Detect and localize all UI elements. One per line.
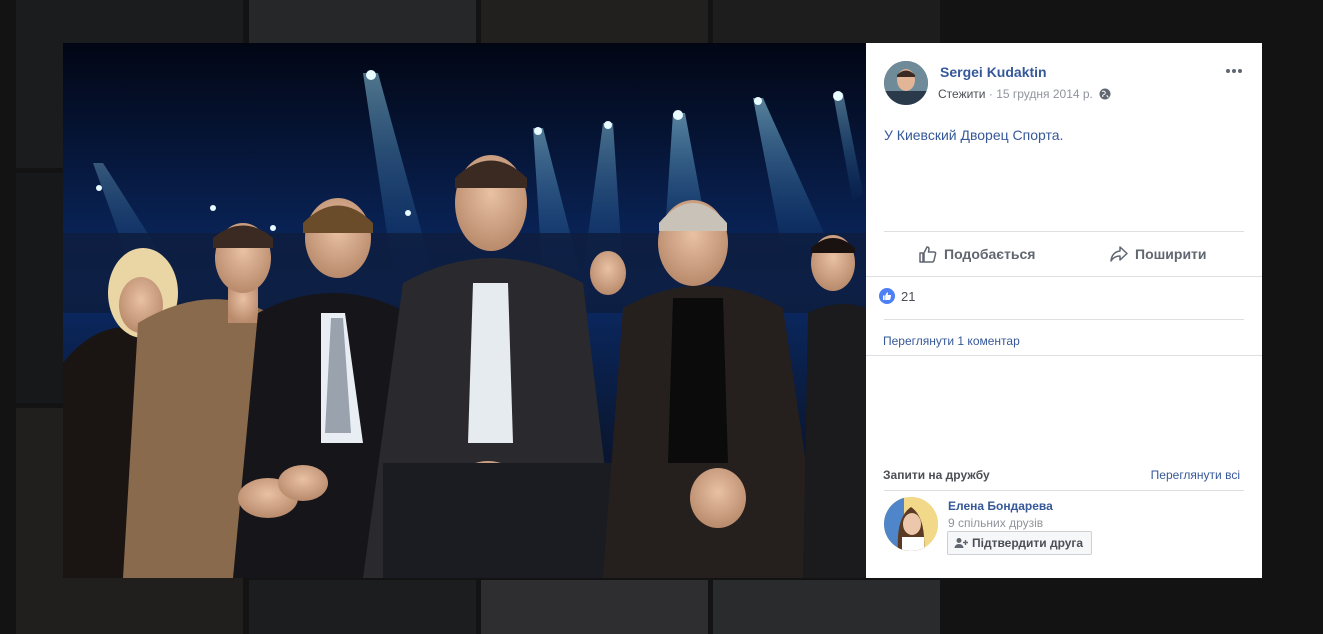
share-button[interactable]: Поширити <box>1109 243 1207 265</box>
divider <box>884 231 1244 232</box>
arena-scene-image <box>63 43 866 578</box>
thumbs-up-icon <box>919 246 937 263</box>
confirm-friend-button[interactable]: Підтвердити друга <box>947 531 1093 555</box>
avatar-image <box>884 61 928 105</box>
friend-requests-title: Запити на дружбу <box>883 468 990 482</box>
post-meta: Стежити · 15 грудня 2014 р. <box>938 87 1111 103</box>
add-friend-icon <box>954 538 968 548</box>
follow-link[interactable]: Стежити <box>938 87 986 101</box>
divider <box>884 490 1244 491</box>
share-label: Поширити <box>1135 246 1207 262</box>
post-text: У Киевский Дворец Спорта. <box>884 127 1064 143</box>
globe-icon[interactable] <box>1099 88 1111 103</box>
post-date[interactable]: 15 грудня 2014 р. <box>996 87 1093 101</box>
more-options-icon[interactable] <box>1224 63 1244 79</box>
author-avatar[interactable] <box>884 61 928 105</box>
like-label: Подобається <box>944 246 1036 262</box>
friend-requests-view-all[interactable]: Переглянути всі <box>1151 468 1240 482</box>
friend-avatar-image <box>884 497 938 551</box>
divider <box>884 319 1244 320</box>
author-name[interactable]: Sergei Kudaktin <box>940 64 1047 80</box>
like-reaction-icon <box>879 288 895 304</box>
friend-request-name[interactable]: Елена Бондарева <box>948 499 1053 513</box>
confirm-friend-label: Підтвердити друга <box>972 536 1084 550</box>
divider <box>866 355 1262 356</box>
post-side-panel: Sergei Kudaktin Стежити · 15 грудня 2014… <box>866 43 1262 578</box>
mutual-friends-count[interactable]: 9 спільних друзів <box>948 516 1043 530</box>
reactions-summary[interactable]: 21 <box>879 288 915 304</box>
view-comments-link[interactable]: Переглянути 1 коментар <box>883 334 1020 348</box>
post-photo[interactable] <box>63 43 866 578</box>
like-button[interactable]: Подобається <box>918 243 1035 265</box>
reaction-count: 21 <box>901 288 916 304</box>
share-arrow-icon <box>1110 246 1128 262</box>
friend-request-avatar[interactable] <box>884 497 938 551</box>
divider <box>866 276 1262 277</box>
photo-viewer: Sergei Kudaktin Стежити · 15 грудня 2014… <box>0 0 1323 634</box>
meta-separator: · <box>988 87 993 101</box>
